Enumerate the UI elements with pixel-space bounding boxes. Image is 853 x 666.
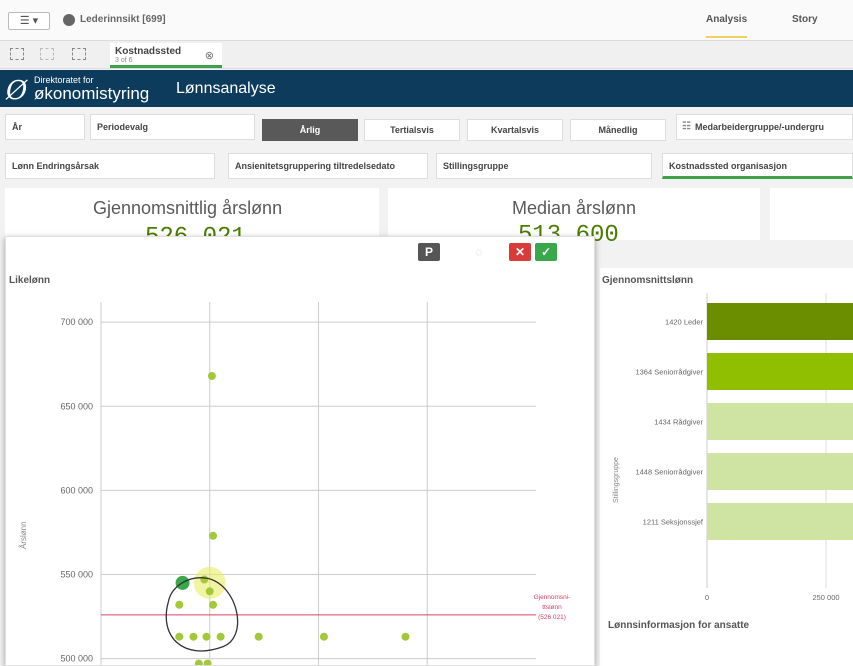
selection-count: 3 of 6 (115, 57, 133, 64)
bar-category-label: 1364 Seniorrådgiver (635, 368, 703, 377)
tab-analysis[interactable]: Analysis (706, 14, 748, 38)
scatter-chart[interactable]: Årslønn Gjennomsni- ttslønn (526 021) 70… (6, 237, 595, 666)
filter-employee-group-label: Medarbeidergruppe/-undergru (695, 122, 825, 132)
bar (707, 453, 853, 490)
step-back-icon[interactable] (40, 48, 54, 60)
scatter-chart-panel: P ◌ ✕ ✓ Likelønn Årslønn Gjennomsni- tts… (5, 236, 595, 666)
filter-seniority[interactable]: Ansienitetsgruppering tiltredelsedato (228, 153, 428, 179)
bar-category-label: 1448 Seniorrådgiver (635, 468, 703, 477)
ref-line-label: Gjennomsni- ttslønn (526 021) (534, 594, 571, 621)
data-point (254, 632, 263, 641)
y-tick-label: 650 000 (60, 401, 93, 411)
filter-change-reason[interactable]: Lønn Endringsårsak (5, 153, 215, 179)
remove-selection-icon[interactable]: ⊗ (205, 49, 214, 62)
period-button-annual[interactable]: Årlig (262, 119, 358, 141)
data-point (203, 659, 212, 665)
right-panel: Gjennomsnittslønn Stillingsgruppe 1420 L… (600, 268, 853, 666)
kpi-median-salary: Median årslønn 513 600 (388, 188, 760, 249)
period-button-quarterly[interactable]: Kvartalsvis (467, 119, 563, 141)
bar (707, 503, 853, 540)
data-point (200, 575, 209, 584)
data-point (189, 632, 198, 641)
data-point (319, 632, 328, 641)
kpi-median-title: Median årslønn (512, 198, 637, 218)
filter-position-group[interactable]: Stillingsgruppe (436, 153, 652, 179)
dfo-logo-icon: Ø (6, 76, 28, 106)
bar (707, 303, 853, 340)
data-point (209, 531, 218, 540)
smart-search-icon[interactable] (10, 48, 24, 60)
y-tick-label: 500 000 (60, 654, 93, 664)
logo-name: økonomistyring (34, 84, 150, 103)
data-point (207, 372, 216, 381)
app-title: Lederinnsikt [699] (80, 14, 166, 25)
period-button-triannual[interactable]: Tertialsvis (364, 119, 460, 141)
app-icon (63, 14, 75, 26)
bar-chart-title: Gjennomsnittslønn (602, 275, 694, 286)
filter-list-icon: ☷ (682, 121, 691, 132)
data-point (202, 632, 211, 641)
data-point (216, 632, 225, 641)
data-point (175, 632, 184, 641)
filter-employee-group[interactable]: ☷ Medarbeidergruppe/-undergru (676, 114, 853, 140)
employee-table-title: Lønnsinformasjon for ansatte (608, 620, 750, 631)
ref-label-line-2: ttslønn (542, 604, 562, 611)
selection-field: Kostnadssted (115, 46, 182, 57)
scatter-grid: 700 000 650 000 600 000 550 000 500 000 (60, 302, 536, 665)
data-point (205, 587, 214, 596)
data-point (209, 600, 218, 609)
data-point (194, 659, 203, 665)
y-tick-label: 600 000 (60, 485, 93, 495)
bar (707, 403, 853, 440)
filter-year[interactable]: År (5, 114, 85, 140)
header-banner: Ø Direktoratet for økonomistyring Lønnsa… (0, 70, 853, 107)
filter-period[interactable]: Periodevalg (90, 114, 255, 140)
clear-selections-icon[interactable] (72, 48, 86, 60)
bar-category-label: 1211 Seksjonssjef (643, 518, 704, 527)
selections-bar: Kostnadssted 3 of 6 ⊗ (0, 41, 853, 69)
tab-story[interactable]: Story (792, 14, 818, 25)
bar-x-tick-label: 250 000 (812, 593, 839, 602)
page-title: Lønnsanalyse (176, 80, 276, 97)
period-button-monthly[interactable]: Månedlig (570, 119, 666, 141)
y-tick-label: 550 000 (60, 569, 93, 579)
y-axis-label: Årslønn (19, 521, 28, 549)
bar-category-label: 1434 Rådgiver (654, 418, 703, 427)
data-point (175, 600, 184, 609)
bar (707, 353, 853, 390)
kpi-average-salary: Gjennomsnittlig årslønn 526 021 (5, 188, 379, 251)
bar-x-tick-label: 0 (705, 593, 709, 602)
hamburger-menu-button[interactable]: ☰ ▾ (8, 12, 50, 30)
selection-chip-kostnadssted[interactable]: Kostnadssted 3 of 6 ⊗ (110, 43, 222, 68)
kpi-third (770, 188, 853, 240)
data-point (401, 632, 410, 641)
bar-chart[interactable]: Stillingsgruppe 1420 Leder 1364 Seniorråd… (600, 288, 853, 628)
filter-cost-center[interactable]: Kostnadssted organisasjon (662, 153, 853, 179)
y-tick-label: 700 000 (60, 317, 93, 327)
top-bar: ☰ ▾ Lederinnsikt [699] Analysis Story (0, 0, 853, 41)
kpi-average-title: Gjennomsnittlig årslønn (93, 198, 283, 218)
ref-label-line-3: (526 021) (538, 614, 566, 621)
bar-axis-label: Stillingsgruppe (613, 457, 620, 503)
ref-label-line-1: Gjennomsni- (534, 594, 571, 601)
bar-category-label: 1420 Leder (665, 318, 703, 327)
